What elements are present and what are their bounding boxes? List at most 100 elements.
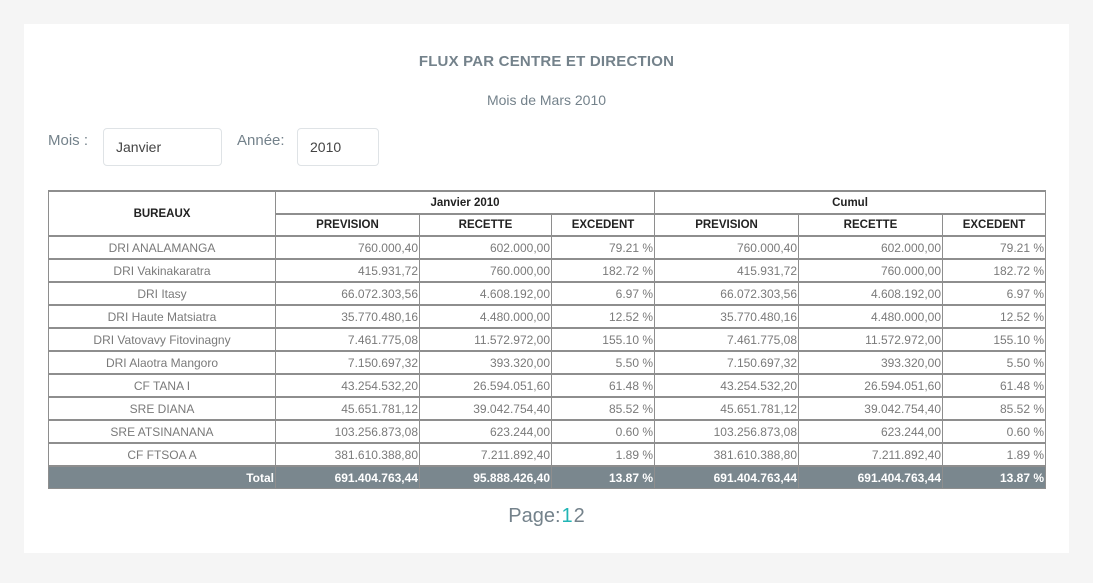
table-row: DRI Vakinakaratra 415.931,72 760.000,00 182… — [48, 258, 1047, 283]
recette-cell: 11.572.972,00 — [419, 327, 552, 352]
cumul-prevision-cell: 43.254.532,20 — [654, 373, 800, 398]
prevision-cell: 7.150.697,32 — [275, 350, 420, 375]
cumul-prevision-cell: 381.610.388,80 — [654, 442, 800, 467]
total-recette: 95.888.426,40 — [419, 465, 552, 489]
cumul-excedent-cell: 1.89 % — [942, 442, 1047, 467]
cumul-recette-cell: 4.608.192,00 — [798, 281, 944, 306]
bureau-name: CF TANA I — [48, 373, 276, 398]
total-excedent: 13.87 % — [550, 465, 656, 489]
mois-select[interactable]: Janvier — [103, 128, 222, 166]
header-group-cumul: Cumul — [654, 190, 1047, 215]
bureau-name: DRI Vatovavy Fitovinagny — [48, 327, 276, 352]
recette-cell: 7.211.892,40 — [419, 442, 552, 467]
excedent-cell: 1.89 % — [550, 442, 656, 467]
total-cumul-excedent: 13.87 % — [942, 465, 1047, 489]
prevision-cell: 415.931,72 — [275, 258, 420, 283]
excedent-cell: 85.52 % — [550, 396, 656, 421]
cumul-prevision-cell: 415.931,72 — [654, 258, 800, 283]
cumul-recette-cell: 11.572.972,00 — [798, 327, 944, 352]
flux-table: BUREAUX Janvier 2010 Cumul PREVISION REC… — [48, 190, 1047, 489]
cumul-prevision-cell: 760.000,40 — [654, 235, 800, 260]
cumul-excedent-cell: 85.52 % — [942, 396, 1047, 421]
cumul-prevision-cell: 7.461.775,08 — [654, 327, 800, 352]
recette-cell: 39.042.754,40 — [419, 396, 552, 421]
prevision-cell: 760.000,40 — [275, 235, 420, 260]
excedent-cell: 0.60 % — [550, 419, 656, 444]
excedent-cell: 79.21 % — [550, 235, 656, 260]
excedent-cell: 61.48 % — [550, 373, 656, 398]
cumul-excedent-cell: 79.21 % — [942, 235, 1047, 260]
header-excedent: EXCEDENT — [550, 213, 656, 237]
header-cumul-recette: RECETTE — [798, 213, 944, 237]
bureau-name: SRE DIANA — [48, 396, 276, 421]
table-row: DRI Alaotra Mangoro 7.150.697,32 393.320,0… — [48, 350, 1047, 375]
total-cumul-recette: 691.404.763,44 — [798, 465, 944, 489]
recette-cell: 4.480.000,00 — [419, 304, 552, 329]
page-link-2[interactable]: 2 — [574, 505, 585, 528]
header-bureaux: BUREAUX — [48, 190, 276, 237]
page-subtitle: Mois de Mars 2010 — [486, 92, 607, 108]
total-row: Total 691.404.763,44 95.888.426,40 13.87… — [48, 465, 1047, 489]
recette-cell: 602.000,00 — [419, 235, 552, 260]
report-card: FLUX PAR CENTRE ET DIRECTION Mois de Mar… — [24, 24, 1069, 553]
bureau-name: DRI Alaotra Mangoro — [48, 350, 276, 375]
prevision-cell: 381.610.388,80 — [275, 442, 420, 467]
excedent-cell: 6.97 % — [550, 281, 656, 306]
prevision-cell: 43.254.532,20 — [275, 373, 420, 398]
cumul-prevision-cell: 45.651.781,12 — [654, 396, 800, 421]
table-row: CF TANA I 43.254.532,20 26.594.051,60 61.48… — [48, 373, 1047, 398]
cumul-recette-cell: 7.211.892,40 — [798, 442, 944, 467]
bureau-name: DRI Haute Matsiatra — [48, 304, 276, 329]
cumul-recette-cell: 623.244,00 — [798, 419, 944, 444]
cumul-prevision-cell: 7.150.697,32 — [654, 350, 800, 375]
header-cumul-prevision: PREVISION — [654, 213, 800, 237]
recette-cell: 26.594.051,60 — [419, 373, 552, 398]
cumul-recette-cell: 4.480.000,00 — [798, 304, 944, 329]
table-row: DRI Haute Matsiatra 35.770.480,16 4.480.00… — [48, 304, 1047, 329]
cumul-excedent-cell: 12.52 % — [942, 304, 1047, 329]
bureau-name: DRI Itasy — [48, 281, 276, 306]
cumul-excedent-cell: 0.60 % — [942, 419, 1047, 444]
excedent-cell: 155.10 % — [550, 327, 656, 352]
bureau-name: DRI Vakinakaratra — [48, 258, 276, 283]
prevision-cell: 45.651.781,12 — [275, 396, 420, 421]
recette-cell: 4.608.192,00 — [419, 281, 552, 306]
table-row: DRI Vatovavy Fitovinagny 7.461.775,08 11.5… — [48, 327, 1047, 352]
bureau-name: SRE ATSINANANA — [48, 419, 276, 444]
excedent-cell: 12.52 % — [550, 304, 656, 329]
excedent-cell: 5.50 % — [550, 350, 656, 375]
cumul-prevision-cell: 103.256.873,08 — [654, 419, 800, 444]
cumul-recette-cell: 760.000,00 — [798, 258, 944, 283]
table-row: CF FTSOA A 381.610.388,80 7.211.892,40 1.89… — [48, 442, 1047, 467]
page-link-1[interactable]: 1 — [562, 505, 573, 528]
cumul-recette-cell: 602.000,00 — [798, 235, 944, 260]
cumul-prevision-cell: 66.072.303,56 — [654, 281, 800, 306]
mois-label: Mois : — [48, 132, 89, 149]
recette-cell: 623.244,00 — [419, 419, 552, 444]
table-row: SRE ATSINANANA 103.256.873,08 623.244,00 0.… — [48, 419, 1047, 444]
bureau-name: CF FTSOA A — [48, 442, 276, 467]
header-cumul-excedent: EXCEDENT — [942, 213, 1047, 237]
page-title: FLUX PAR CENTRE ET DIRECTION — [418, 53, 675, 70]
prevision-cell: 35.770.480,16 — [275, 304, 420, 329]
annee-label: Année: — [237, 132, 285, 149]
cumul-excedent-cell: 6.97 % — [942, 281, 1047, 306]
cumul-recette-cell: 26.594.051,60 — [798, 373, 944, 398]
cumul-recette-cell: 39.042.754,40 — [798, 396, 944, 421]
table-row: DRI ANALAMANGA 760.000,40 602.000,00 79.21 … — [48, 235, 1047, 260]
cumul-excedent-cell: 155.10 % — [942, 327, 1047, 352]
annee-input[interactable]: 2010 — [297, 128, 379, 166]
table-row: SRE DIANA 45.651.781,12 39.042.754,40 85.52… — [48, 396, 1047, 421]
excedent-cell: 182.72 % — [550, 258, 656, 283]
cumul-recette-cell: 393.320,00 — [798, 350, 944, 375]
header-prevision: PREVISION — [275, 213, 420, 237]
total-prevision: 691.404.763,44 — [275, 465, 420, 489]
pagination: Page:12 — [24, 505, 1069, 528]
table-row: DRI Itasy 66.072.303,56 4.608.192,00 6.97 %… — [48, 281, 1047, 306]
total-label: Total — [48, 465, 276, 489]
total-cumul-prevision: 691.404.763,44 — [654, 465, 800, 489]
recette-cell: 393.320,00 — [419, 350, 552, 375]
cumul-excedent-cell: 61.48 % — [942, 373, 1047, 398]
pagination-label: Page: — [508, 505, 561, 527]
bureau-name: DRI ANALAMANGA — [48, 235, 276, 260]
